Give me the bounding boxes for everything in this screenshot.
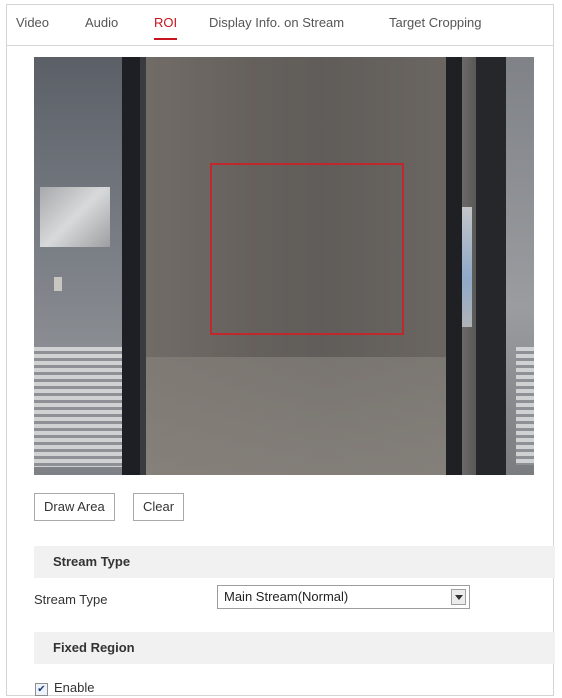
draw-area-button[interactable]: Draw Area [34, 493, 115, 521]
enable-label: Enable [54, 680, 95, 695]
tab-audio[interactable]: Audio [85, 15, 118, 38]
video-door-frame-left [122, 57, 140, 475]
stream-type-section-title: Stream Type [53, 554, 131, 569]
stream-type-select[interactable]: Main Stream(Normal) [217, 585, 470, 609]
enable-checkbox[interactable]: ✔ [35, 683, 48, 696]
stream-type-section-header: Stream Type [34, 546, 555, 578]
fixed-region-section-header: Fixed Region [34, 632, 555, 664]
video-door-frame-right [446, 57, 462, 475]
video-left-blinds [34, 347, 122, 467]
video-light-switch [54, 277, 62, 291]
checkmark-icon: ✔ [37, 684, 46, 695]
video-left-shelf [40, 187, 110, 247]
clear-button[interactable]: Clear [133, 493, 185, 521]
chevron-down-icon[interactable] [451, 589, 466, 605]
tab-bar: Video Audio ROI Display Info. on Stream … [7, 5, 553, 46]
live-video-preview[interactable] [34, 57, 534, 475]
tab-display-info-on-stream[interactable]: Display Info. on Stream [209, 15, 344, 38]
stream-type-selected-value: Main Stream(Normal) [224, 589, 349, 604]
stream-type-label: Stream Type [34, 592, 108, 607]
video-right-door-frame [476, 57, 506, 475]
fixed-region-section-title: Fixed Region [53, 640, 135, 655]
tab-target-cropping[interactable]: Target Cropping [389, 15, 482, 38]
tab-roi[interactable]: ROI [154, 15, 178, 40]
roi-region-box[interactable] [210, 163, 404, 335]
video-right-blinds [516, 347, 534, 465]
video-door-handle [462, 207, 472, 327]
roi-settings-panel: Video Audio ROI Display Info. on Stream … [6, 4, 555, 696]
tab-video[interactable]: Video [16, 15, 49, 38]
